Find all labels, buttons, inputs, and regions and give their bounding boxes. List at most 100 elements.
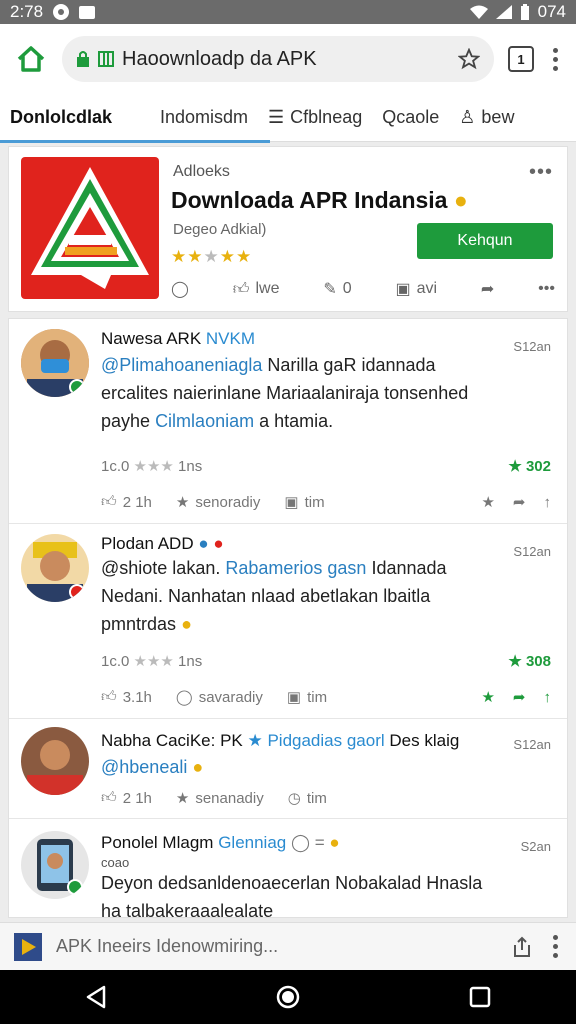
- post-author[interactable]: Nabha CaciKe: PK ★ Pidgadias gaorl Des k…: [101, 731, 459, 751]
- notification-icon: [53, 4, 70, 20]
- post-actions: 👍︎ 3.1h ◯ savaradiy ▣ tim ★ ➦ ↑: [101, 688, 551, 706]
- post-item[interactable]: Ponolel Mlagm Glenniag ◯ = ● S2an coao D…: [9, 819, 567, 918]
- post-actions: 👍︎ 2 1h ★ senoradiy ▣ tim ★ ➦ ↑: [101, 493, 551, 511]
- clock-icon: ◷: [287, 790, 301, 807]
- thumbs-up-icon: 👍︎: [101, 493, 117, 510]
- tab-new[interactable]: ♙ bew: [449, 94, 524, 142]
- avatar[interactable]: [21, 534, 89, 602]
- app-subtitle: Degeo Adkial): [173, 221, 267, 238]
- tab-switcher-button[interactable]: 1: [508, 46, 534, 72]
- box-icon: ▣: [395, 281, 411, 298]
- list-icon: ☰: [268, 107, 285, 127]
- wifi-icon: [469, 5, 488, 19]
- like-button[interactable]: 👍︎ 3.1h: [101, 688, 152, 706]
- avatar[interactable]: [21, 329, 89, 397]
- apk-app-icon[interactable]: [14, 932, 42, 961]
- post-text: @shiote lakan. Rabamerios gasn Idannada …: [101, 558, 447, 634]
- more-options-icon[interactable]: •••: [529, 161, 553, 184]
- share-icon[interactable]: ➦: [513, 688, 526, 706]
- app-publisher: Adloeks: [173, 163, 230, 180]
- post-item[interactable]: Nabha CaciKe: PK ★ Pidgadias gaorl Des k…: [9, 719, 567, 819]
- favorite-icon[interactable]: ★: [481, 688, 494, 706]
- app-rating: ★★★★★: [171, 247, 253, 266]
- post-stats: 1c.0 ★★★ 1ns ★ 302: [101, 458, 551, 475]
- app-title: Downloada APR Indansia ●: [171, 187, 468, 213]
- comment-icon: ◯: [171, 281, 189, 298]
- recents-icon[interactable]: [468, 985, 492, 1009]
- star-icon: ★: [175, 790, 190, 807]
- thumbs-up-icon: 👍︎: [101, 688, 117, 705]
- tab-list[interactable]: ☰ Cfblneag: [258, 94, 372, 142]
- status-time: 2:78: [10, 2, 44, 21]
- emoji-icon: ●: [453, 187, 468, 213]
- favorite-icon[interactable]: ★: [481, 493, 494, 511]
- box-icon: ▣: [284, 494, 299, 511]
- share-icon: ➦: [480, 281, 495, 298]
- comment-button[interactable]: ◯ savaradiy: [176, 688, 263, 707]
- url-text: Haoownloadp da APK: [122, 47, 317, 70]
- thumbs-up-icon: 👍︎: [101, 789, 117, 806]
- app-card[interactable]: Adloeks ••• Downloada APR Indansia ● Deg…: [8, 146, 568, 312]
- tab-download[interactable]: Donlolcdlak: [0, 94, 270, 143]
- upvote-icon[interactable]: ↑: [544, 689, 552, 706]
- address-bar[interactable]: Haoownloadp da APK: [62, 36, 494, 82]
- save-button[interactable]: ▣ avi: [396, 279, 438, 299]
- back-icon[interactable]: [84, 984, 108, 1010]
- system-nav-bar: [0, 970, 576, 1024]
- star-button[interactable]: ★ senanadiy: [175, 789, 264, 808]
- star-icon: ★: [175, 494, 190, 511]
- signal-icon: [495, 5, 512, 19]
- post-text: @Plimahoaneniagla Narilla gaR idannada e…: [101, 355, 469, 431]
- upvote-icon[interactable]: ↑: [544, 494, 552, 511]
- install-button[interactable]: Kehqun: [417, 223, 553, 259]
- bottom-bar-text[interactable]: APK Ineeirs Idenowmiring...: [56, 936, 496, 957]
- bottom-bar: APK Ineeirs Idenowmiring...: [0, 922, 576, 970]
- post-item[interactable]: Nawesa ARK NVKM S12an @Plimahoaneniagla …: [9, 319, 567, 524]
- thumbs-up-icon: 👍︎: [232, 280, 250, 298]
- apk-logo-icon: [31, 167, 149, 289]
- lock-icon: [77, 51, 89, 67]
- edit-button[interactable]: ✎ 0: [323, 279, 351, 299]
- battery-icon: [520, 4, 529, 20]
- box-icon: ▣: [286, 689, 302, 706]
- like-button[interactable]: 👍︎ lwe: [233, 280, 280, 299]
- home-nav-icon[interactable]: [275, 984, 301, 1010]
- save-button[interactable]: ▣ tim: [284, 493, 324, 512]
- post-time: S12an: [513, 737, 551, 752]
- menu-icon[interactable]: [548, 47, 562, 71]
- browser-toolbar: Haoownloadp da APK 1: [0, 24, 576, 94]
- share-button[interactable]: ➦: [481, 279, 494, 299]
- tab-search[interactable]: Qcaole: [372, 94, 449, 142]
- image-notification-icon: [79, 5, 96, 19]
- like-button[interactable]: 👍︎ 2 1h: [101, 789, 152, 807]
- post-text: @hbeneali ●: [101, 757, 204, 777]
- avatar[interactable]: [21, 727, 89, 795]
- battery-level: 074: [537, 2, 566, 21]
- more-menu-icon[interactable]: [548, 935, 562, 958]
- category-tabs: Donlolcdlak Indomisdm ☰ Cfblneag Qcaole …: [0, 94, 576, 143]
- share-icon[interactable]: [510, 935, 534, 959]
- post-author[interactable]: Ponolel Mlagm Glenniag ◯ = ●: [101, 833, 340, 853]
- post-time: S2an: [520, 839, 551, 854]
- bookmark-star-icon[interactable]: [458, 48, 480, 70]
- home-button[interactable]: [14, 42, 48, 76]
- post-author[interactable]: Nawesa ARK NVKM: [101, 329, 255, 349]
- share-icon[interactable]: ➦: [513, 493, 526, 511]
- post-stats: 1c.0 ★★★ 1ns ★ 308: [101, 653, 551, 670]
- status-bar: 2:78 074: [0, 0, 576, 24]
- app-icon[interactable]: [21, 157, 159, 299]
- post-text: Deyon dedsanldenoaecerlan Nobakalad Hnas…: [101, 873, 483, 918]
- feed: Nawesa ARK NVKM S12an @Plimahoaneniagla …: [8, 318, 568, 918]
- comment-button[interactable]: ◯: [171, 279, 189, 299]
- user-icon: ♙: [459, 107, 476, 127]
- timer-button[interactable]: ◷ tim: [287, 789, 327, 808]
- tab-indonesia[interactable]: Indomisdm: [150, 94, 258, 142]
- post-author[interactable]: Plodan ADD ● ●: [101, 534, 224, 554]
- app-action-row: ◯ 👍︎ lwe ✎ 0 ▣ avi ➦ •••: [171, 279, 555, 299]
- avatar[interactable]: [21, 831, 89, 899]
- save-button[interactable]: ▣ tim: [286, 688, 327, 707]
- post-item[interactable]: Plodan ADD ● ● S12an @shiote lakan. Raba…: [9, 524, 567, 719]
- like-button[interactable]: 👍︎ 2 1h: [101, 493, 152, 511]
- more-icon[interactable]: •••: [538, 280, 555, 298]
- star-button[interactable]: ★ senoradiy: [175, 493, 261, 512]
